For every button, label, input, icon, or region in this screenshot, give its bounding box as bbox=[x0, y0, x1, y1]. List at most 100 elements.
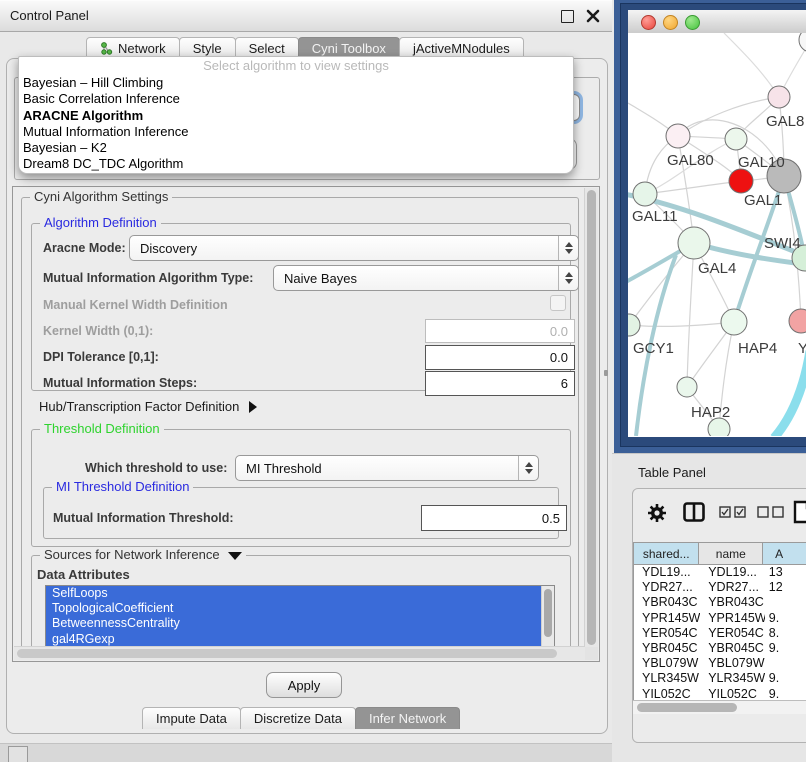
minimize-traffic-light-icon[interactable] bbox=[663, 15, 678, 30]
aracne-mode-select[interactable]: Discovery bbox=[129, 235, 579, 261]
attribute-item[interactable]: BetweennessCentrality bbox=[46, 616, 554, 631]
zoom-traffic-light-icon[interactable] bbox=[685, 15, 700, 30]
sources-group-title[interactable]: Sources for Network Inference bbox=[40, 547, 246, 562]
gear-icon[interactable] bbox=[647, 503, 667, 523]
mi-type-select[interactable]: Naive Bayes bbox=[273, 265, 579, 291]
network-node-gal4[interactable] bbox=[678, 227, 710, 259]
table-panel-title: Table Panel bbox=[638, 465, 706, 480]
network-edge bbox=[687, 243, 694, 387]
network-node-y[interactable] bbox=[789, 309, 806, 333]
network-graph[interactable]: GAL8GAL80GAL10GAL1GAL11GAL4SWI4GCY1HAP4Y… bbox=[628, 33, 806, 436]
mi-threshold-label: Mutual Information Threshold: bbox=[53, 511, 234, 525]
attribute-items: SelfLoopsTopologicalCoefficientBetweenne… bbox=[46, 586, 554, 647]
dpi-tolerance-field[interactable]: 0.0 bbox=[425, 345, 575, 370]
apply-button[interactable]: Apply bbox=[266, 672, 342, 698]
table-toolbar bbox=[633, 489, 806, 539]
hub-definition-label: Hub/Transcription Factor Definition bbox=[39, 399, 239, 414]
minimized-panel-icon[interactable] bbox=[8, 746, 28, 762]
attribute-item[interactable]: SelfLoops bbox=[46, 586, 554, 601]
node-table: shared...nameA YDL19...YDL19...13YDR27..… bbox=[633, 542, 806, 702]
network-window-titlebar[interactable] bbox=[628, 10, 806, 34]
network-node-gal8[interactable] bbox=[768, 86, 790, 108]
table-row[interactable]: YDR27...YDR27...12 bbox=[634, 580, 806, 595]
algorithm-option[interactable]: Bayesian – Hill Climbing bbox=[19, 75, 573, 91]
network-canvas[interactable]: GAL8GAL80GAL10GAL1GAL11GAL4SWI4GCY1HAP4Y… bbox=[628, 33, 806, 437]
table-row[interactable]: YPR145WYPR145W9. bbox=[634, 611, 806, 626]
network-node-gal1[interactable] bbox=[729, 169, 753, 193]
algorithm-option[interactable]: Mutual Information Inference bbox=[19, 124, 573, 140]
network-node-hap4[interactable] bbox=[721, 309, 747, 335]
settings-horizontal-scrollbar[interactable] bbox=[14, 646, 585, 660]
table-cell: 8. bbox=[765, 626, 806, 641]
network-node[interactable] bbox=[799, 33, 806, 52]
table-row[interactable]: YIL052CYIL052C9. bbox=[634, 687, 806, 702]
network-node-gal10[interactable] bbox=[725, 128, 747, 150]
network-node-gal11[interactable] bbox=[633, 182, 657, 206]
network-edge bbox=[645, 181, 741, 194]
scrollbar-thumb[interactable] bbox=[587, 190, 596, 645]
table-cell: YBR045C bbox=[634, 641, 700, 656]
network-edge bbox=[774, 351, 806, 436]
table-cell bbox=[765, 595, 806, 610]
table-column-header[interactable]: A bbox=[763, 543, 806, 564]
document-icon[interactable] bbox=[793, 500, 806, 524]
table-panel-inner: shared...nameA YDL19...YDL19...13YDR27..… bbox=[632, 488, 806, 743]
network-view-window[interactable]: GAL8GAL80GAL10GAL1GAL11GAL4SWI4GCY1HAP4Y… bbox=[620, 3, 806, 447]
attribute-item[interactable]: gal4RGexp bbox=[46, 632, 554, 647]
network-node-gcy1[interactable] bbox=[628, 314, 640, 336]
attribute-item[interactable]: TopologicalCoefficient bbox=[46, 601, 554, 616]
select-checked-icon[interactable] bbox=[719, 506, 747, 518]
table-cell: YPR145W bbox=[634, 611, 700, 626]
table-cell: YER054C bbox=[634, 626, 700, 641]
table-row[interactable]: YDL19...YDL19...13 bbox=[634, 565, 806, 580]
table-cell: YBL079W bbox=[634, 656, 700, 671]
network-node-label: GAL4 bbox=[698, 260, 736, 277]
algorithm-option[interactable]: Dream8 DC_TDC Algorithm bbox=[19, 156, 573, 172]
table-row[interactable]: YBR045CYBR045C9. bbox=[634, 641, 806, 656]
close-icon[interactable] bbox=[586, 9, 600, 23]
algorithm-option[interactable]: Bayesian – K2 bbox=[19, 140, 573, 156]
attributes-list-scrollbar[interactable] bbox=[541, 586, 554, 647]
table-column-header[interactable]: name bbox=[699, 543, 763, 564]
select-unchecked-icon[interactable] bbox=[757, 506, 785, 518]
splitter-grip[interactable] bbox=[604, 370, 608, 376]
which-threshold-label: Which threshold to use: bbox=[85, 461, 227, 475]
network-node-gal80[interactable] bbox=[666, 124, 690, 148]
manual-kernel-checkbox[interactable] bbox=[550, 295, 566, 311]
data-attributes-list[interactable]: SelfLoopsTopologicalCoefficientBetweenne… bbox=[45, 585, 555, 648]
algorithm-option[interactable]: Basic Correlation Inference bbox=[19, 91, 573, 107]
tab-label: Discretize Data bbox=[254, 708, 342, 729]
control-panel-title: Control Panel bbox=[10, 8, 89, 23]
table-column-header[interactable]: shared... bbox=[634, 543, 699, 564]
scrollbar-thumb[interactable] bbox=[17, 649, 557, 658]
mi-threshold-field[interactable]: 0.5 bbox=[421, 505, 567, 531]
scrollbar-thumb[interactable] bbox=[544, 589, 552, 637]
table-cell: YIL052C bbox=[700, 687, 765, 702]
tab-discretize-data[interactable]: Discretize Data bbox=[240, 707, 356, 729]
which-threshold-select[interactable]: MI Threshold bbox=[235, 455, 539, 481]
tab-infer-network[interactable]: Infer Network bbox=[355, 707, 460, 729]
mi-type-value: Naive Bayes bbox=[284, 271, 357, 286]
tab-impute-data[interactable]: Impute Data bbox=[142, 707, 241, 729]
network-node-hap2[interactable] bbox=[677, 377, 697, 397]
table-cell: YDL19... bbox=[634, 565, 700, 580]
algorithm-option[interactable]: ARACNE Algorithm bbox=[19, 108, 573, 124]
hub-definition-toggle[interactable]: Hub/Transcription Factor Definition bbox=[39, 399, 257, 414]
table-row[interactable]: YBR043CYBR043C bbox=[634, 595, 806, 610]
columns-icon[interactable] bbox=[683, 502, 705, 522]
float-icon[interactable] bbox=[561, 10, 574, 23]
table-row[interactable]: YLR345WYLR345W9. bbox=[634, 671, 806, 686]
kernel-width-label: Kernel Width (0,1): bbox=[43, 324, 153, 338]
close-traffic-light-icon[interactable] bbox=[641, 15, 656, 30]
table-row[interactable]: YER054CYER054C8. bbox=[634, 626, 806, 641]
settings-vertical-scrollbar[interactable] bbox=[584, 188, 598, 647]
scrollbar-thumb[interactable] bbox=[637, 703, 737, 712]
sources-title-text: Sources for Network Inference bbox=[44, 547, 220, 562]
mi-steps-field[interactable]: 6 bbox=[425, 371, 575, 396]
network-edge bbox=[629, 322, 734, 326]
table-cell: YLR345W bbox=[700, 671, 765, 686]
table-horizontal-scrollbar[interactable] bbox=[633, 700, 806, 714]
expand-arrow-icon bbox=[249, 401, 257, 413]
table-row[interactable]: YBL079WYBL079W bbox=[634, 656, 806, 671]
kernel-width-field[interactable]: 0.0 bbox=[425, 319, 575, 343]
